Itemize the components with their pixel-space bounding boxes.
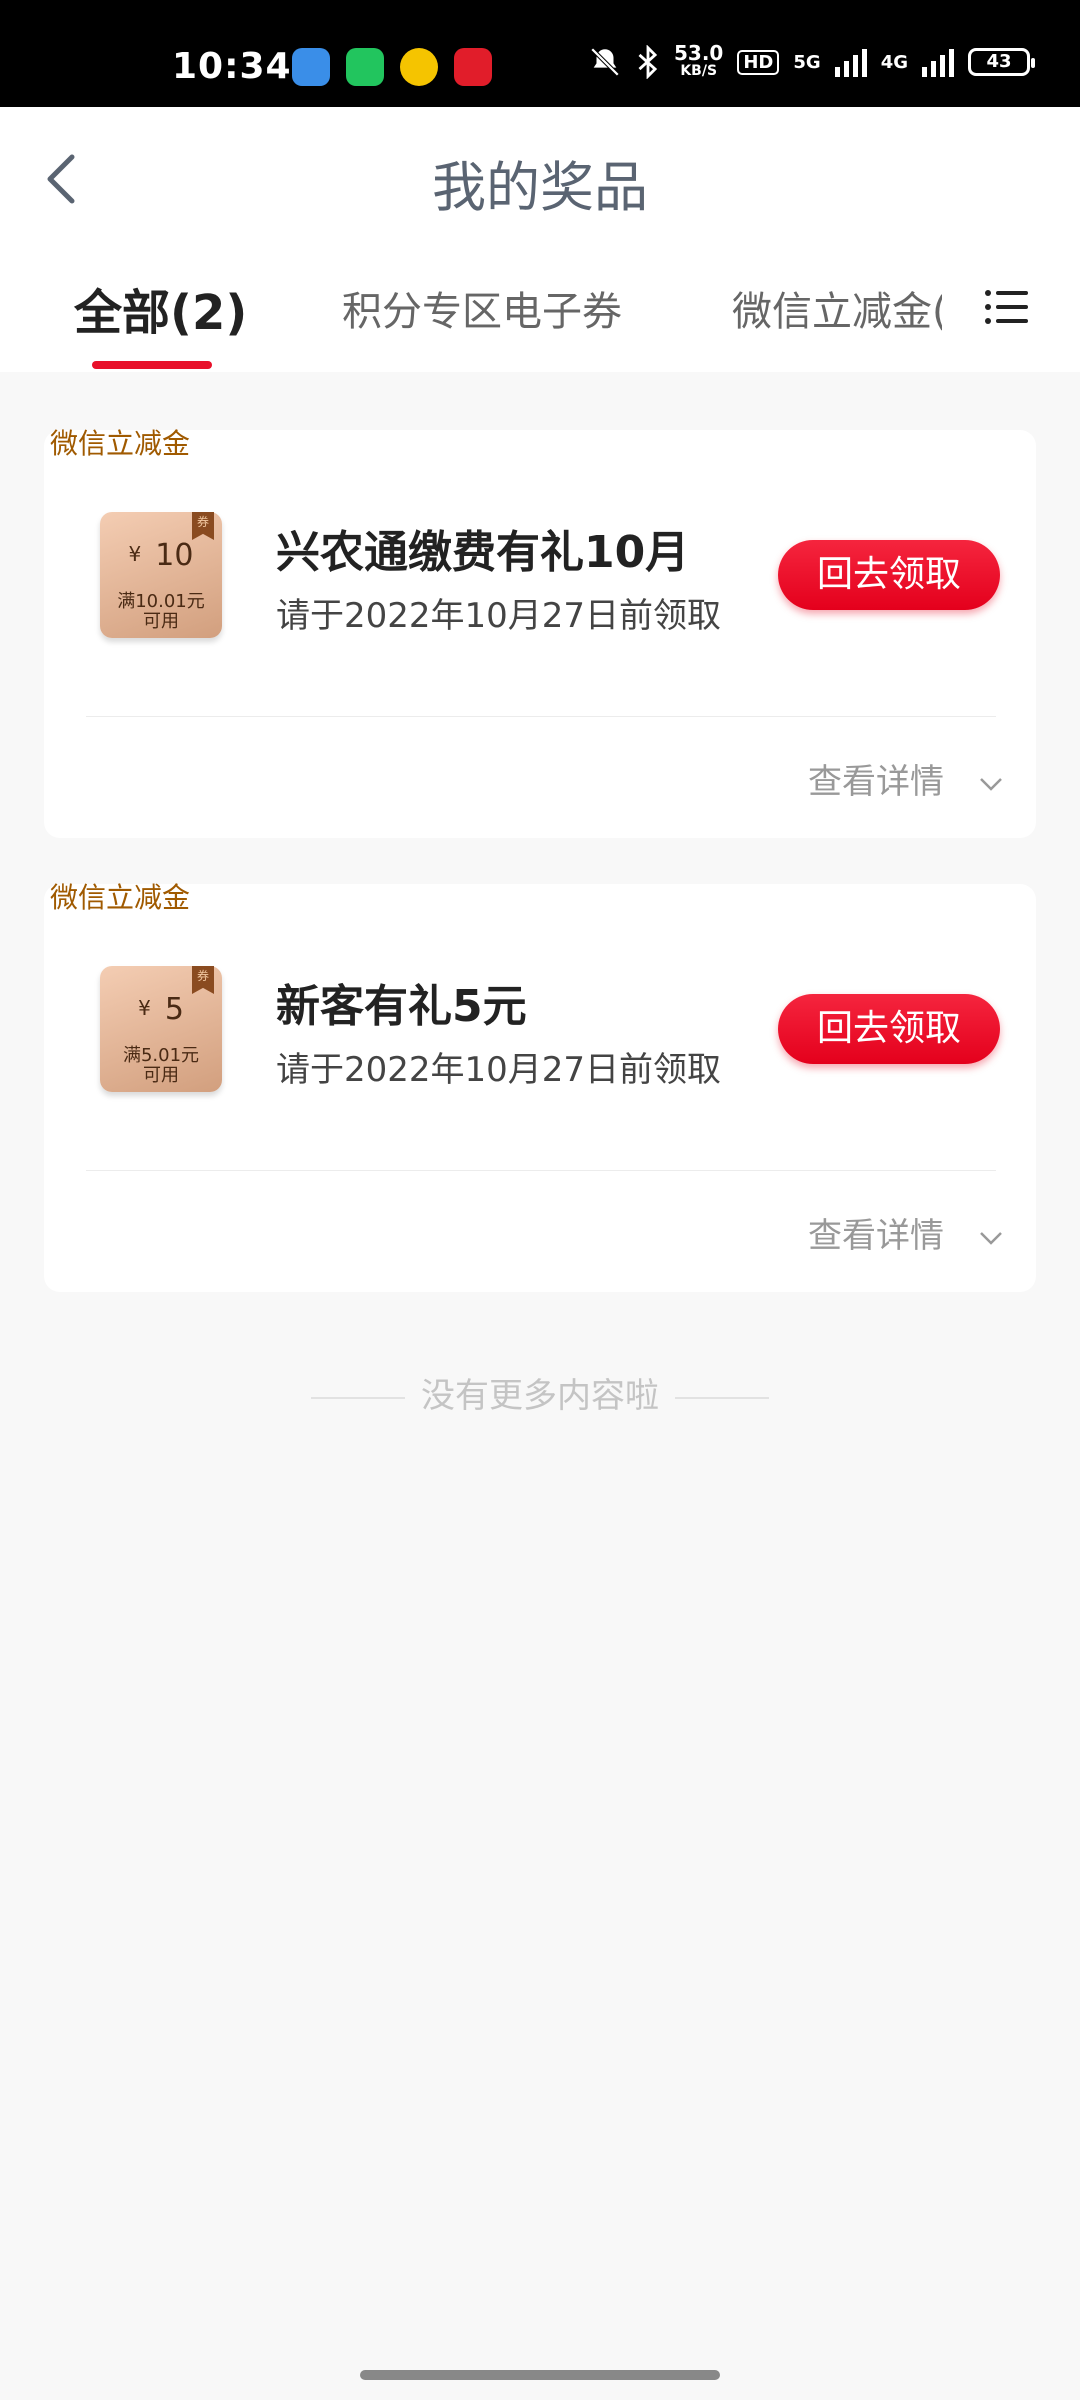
menu-list-icon[interactable]	[984, 285, 1028, 329]
coupon-flag: 券	[192, 512, 214, 540]
coupon-value: ¥10	[128, 538, 194, 573]
claim-button[interactable]: 回去领取	[778, 540, 1000, 610]
coupon-condition: 满10.01元 可用	[117, 591, 205, 632]
prize-name: 新客有礼5元	[276, 981, 527, 1032]
signal-4g-icon	[922, 49, 954, 77]
tab-bar: 全部(2) 积分专区电子券 微信立减金(	[0, 267, 1080, 372]
status-time: 10:34	[172, 46, 292, 87]
chevron-down-icon[interactable]	[978, 1230, 1004, 1246]
prize-deadline: 请于2022年10月27日前领取	[276, 596, 722, 636]
tab-active-indicator	[92, 361, 212, 369]
tab-wechat-discount[interactable]: 微信立减金(	[732, 279, 942, 337]
no-more-label: 没有更多内容啦	[421, 1376, 659, 1416]
claim-button[interactable]: 回去领取	[778, 994, 1000, 1064]
hd-voice-badge: HD	[737, 49, 780, 75]
card-divider	[86, 1170, 996, 1171]
coupon-badge: 券 ¥10 满10.01元 可用	[100, 512, 222, 638]
bluetooth-icon	[638, 45, 658, 79]
security-app-icon	[400, 48, 438, 86]
home-indicator[interactable]	[360, 2370, 720, 2380]
status-app-icons	[292, 48, 492, 86]
battery-icon: 43	[968, 48, 1035, 76]
view-details-link[interactable]: 查看详情	[808, 1208, 944, 1257]
coupon-condition: 满5.01元 可用	[122, 1045, 200, 1086]
network-speed: 53.0 KB/S	[674, 41, 724, 79]
chevron-down-icon[interactable]	[978, 776, 1004, 792]
mute-bell-icon	[590, 47, 620, 77]
browser-app-icon	[292, 48, 330, 86]
no-more-content: 没有更多内容啦	[0, 1368, 1080, 1417]
card-divider	[86, 716, 996, 717]
signal-4g-label: 4G	[880, 51, 908, 73]
prize-tag: 微信立减金	[50, 881, 191, 914]
divider-line-left	[311, 1396, 405, 1399]
prize-card: 微信立减金 券 ¥5 满5.01元 可用 新客有礼5元 请于2022年10月27日…	[44, 881, 1036, 1292]
divider-line-right	[675, 1396, 769, 1399]
prize-name: 兴农通缴费有礼10月	[276, 527, 690, 578]
prize-deadline: 请于2022年10月27日前领取	[276, 1050, 722, 1090]
coupon-badge: 券 ¥5 满5.01元 可用	[100, 966, 222, 1092]
header: 我的奖品 全部(2) 积分专区电子券 微信立减金(	[0, 107, 1080, 372]
coupon-flag: 券	[192, 966, 214, 994]
prize-card: 微信立减金 券 ¥10 满10.01元 可用 兴农通缴费有礼10月 请于2022年…	[44, 427, 1036, 838]
prize-tag: 微信立减金	[50, 427, 191, 460]
bank-app-icon	[454, 48, 492, 86]
tab-all[interactable]: 全部(2)	[74, 273, 247, 343]
status-right: 53.0 KB/S HD 5G 4G 43	[588, 41, 1035, 80]
view-details-link[interactable]: 查看详情	[808, 754, 944, 803]
signal-5g-label: 5G	[793, 51, 821, 73]
status-bar: 10:34 53.0 KB/S HD 5G 4G 43	[0, 0, 1080, 107]
page-title: 我的奖品	[432, 156, 648, 219]
coupon-value: ¥5	[138, 992, 184, 1027]
signal-5g-icon	[834, 49, 867, 77]
tab-points-coupons[interactable]: 积分专区电子券	[342, 279, 622, 337]
message-app-icon	[346, 48, 384, 86]
